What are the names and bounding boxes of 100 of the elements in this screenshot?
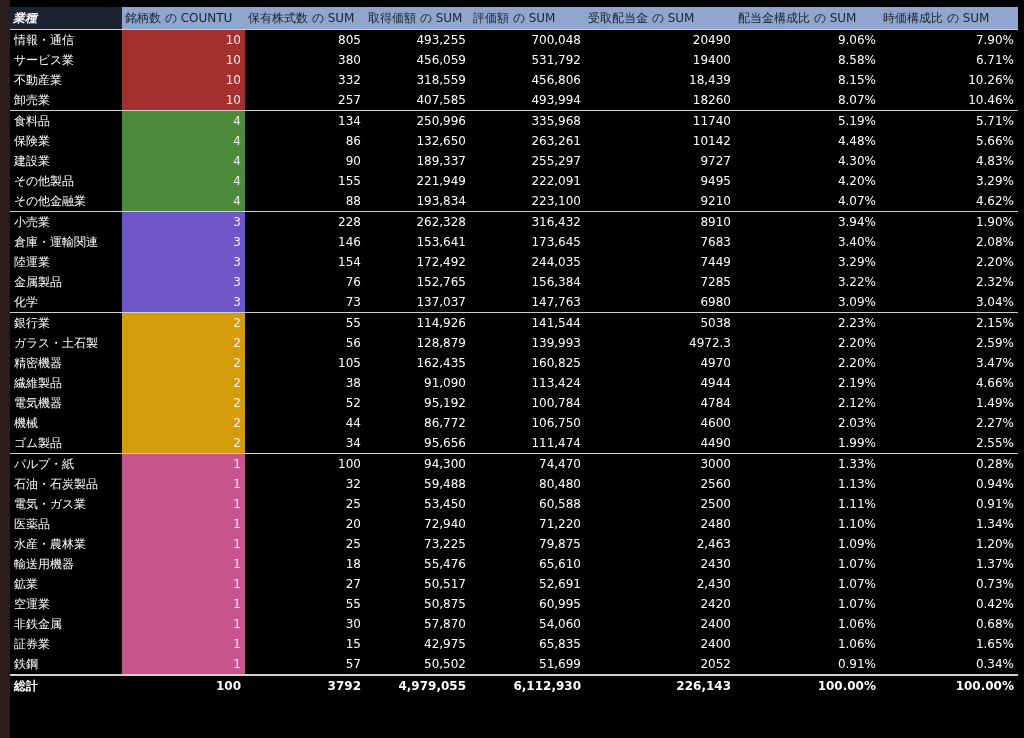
- table-cell-text: 189,337: [415, 152, 467, 170]
- row-label: 倉庫・運輸関連: [10, 231, 122, 252]
- table-cell: 5.19%: [735, 110, 880, 131]
- table-cell-text: 1.10%: [836, 515, 877, 533]
- table-cell-text: 153,641: [415, 233, 467, 251]
- table-cell-text: 255,297: [530, 152, 582, 170]
- table-cell-text: 65,610: [538, 555, 582, 573]
- row-label: 水産・農林業: [10, 533, 122, 554]
- table-cell: 74,470: [470, 453, 585, 474]
- table-cell-text: 52,691: [538, 575, 582, 593]
- table-cell: 30: [245, 613, 365, 634]
- table-cell-text: 2.27%: [974, 414, 1015, 432]
- table-cell-text: 113,424: [530, 374, 582, 392]
- table-cell-text: 9495: [699, 172, 732, 190]
- table-cell: 134: [245, 110, 365, 131]
- table-cell-text: 160,825: [530, 354, 582, 372]
- row-label: 保険業: [10, 130, 122, 151]
- table-cell: 10.46%: [880, 89, 1018, 110]
- table-cell-text: 244,035: [530, 253, 582, 271]
- table-cell-text: 139,993: [530, 334, 582, 352]
- table-cell: 50,502: [365, 653, 470, 675]
- table-cell: 44: [245, 412, 365, 433]
- row-label: 電気機器: [10, 392, 122, 413]
- table-cell: 228: [245, 211, 365, 232]
- table-cell: 1.90%: [880, 211, 1018, 232]
- table-cell-text: 42,975: [423, 635, 467, 653]
- table-cell: 52: [245, 392, 365, 413]
- table-cell-text: 531,792: [530, 51, 582, 69]
- table-cell-text: 221,949: [415, 172, 467, 190]
- table-cell: 4: [122, 110, 245, 131]
- table-cell-text: 1.09%: [836, 535, 877, 553]
- table-cell: 1: [122, 573, 245, 594]
- table-cell-text: 79,875: [538, 535, 582, 553]
- total-cell: 100.00%: [735, 674, 880, 697]
- table-cell-text: 128,879: [415, 334, 467, 352]
- table-cell-text: 1.49%: [974, 394, 1015, 412]
- table-cell: 1: [122, 553, 245, 574]
- row-label: 不動産業: [10, 69, 122, 90]
- table-cell-text: 95,192: [423, 394, 467, 412]
- table-cell: 155: [245, 170, 365, 191]
- table-cell-text: 8.15%: [836, 71, 877, 89]
- table-cell-text: 2,430: [695, 575, 732, 593]
- table-cell-text: 7683: [699, 233, 732, 251]
- table-cell-text: 0.94%: [974, 475, 1015, 493]
- table-cell: 9.06%: [735, 29, 880, 50]
- table-cell-text: 132,650: [415, 132, 467, 150]
- table-cell-text: 9727: [699, 152, 732, 170]
- table-cell: 146: [245, 231, 365, 252]
- table-cell-text: 55,476: [423, 555, 467, 573]
- table-cell-text: 65,835: [538, 635, 582, 653]
- table-cell: 2: [122, 312, 245, 333]
- table-cell-text: 1.06%: [836, 615, 877, 633]
- table-cell: 3000: [585, 453, 735, 474]
- column-header: 保有株式数 の SUM: [245, 7, 365, 29]
- table-cell: 10: [122, 69, 245, 90]
- table-cell: 2: [122, 432, 245, 453]
- table-cell: 10: [122, 89, 245, 110]
- table-cell-text: 3.29%: [974, 172, 1015, 190]
- table-cell: 0.91%: [735, 653, 880, 675]
- table-cell-text: 2.32%: [974, 273, 1015, 291]
- table-cell-text: 0.42%: [974, 595, 1015, 613]
- table-cell-text: 50,517: [423, 575, 467, 593]
- row-label: その他製品: [10, 170, 122, 191]
- table-cell-text: 263,261: [530, 132, 582, 150]
- table-cell: 2: [122, 372, 245, 393]
- table-cell-text: 1.13%: [836, 475, 877, 493]
- table-cell: 3.94%: [735, 211, 880, 232]
- table-cell-text: 8.58%: [836, 51, 877, 69]
- total-cell: 3792: [245, 674, 365, 697]
- table-cell: 20490: [585, 29, 735, 50]
- table-cell: 76: [245, 271, 365, 292]
- table-cell: 3: [122, 251, 245, 272]
- table-cell: 114,926: [365, 312, 470, 333]
- table-cell: 316,432: [470, 211, 585, 232]
- table-cell-text: 2400: [699, 615, 732, 633]
- table-cell-text: 60,588: [538, 495, 582, 513]
- table-cell: 407,585: [365, 89, 470, 110]
- table-cell: 57: [245, 653, 365, 675]
- table-cell: 55: [245, 593, 365, 614]
- table-cell-text: 1.11%: [836, 495, 877, 513]
- row-label-header: 業種: [10, 7, 122, 29]
- table-cell: 7.90%: [880, 29, 1018, 50]
- row-label: 鉱業: [10, 573, 122, 594]
- table-cell-text: 54,060: [538, 615, 582, 633]
- row-label: 輸送用機器: [10, 553, 122, 574]
- row-label: 陸運業: [10, 251, 122, 272]
- table-cell: 32: [245, 473, 365, 494]
- table-cell: 25: [245, 493, 365, 514]
- table-cell-text: 7449: [699, 253, 732, 271]
- table-cell: 3.04%: [880, 291, 1018, 312]
- table-cell: 20: [245, 513, 365, 534]
- table-cell-text: 86,772: [423, 414, 467, 432]
- table-cell: 51,699: [470, 653, 585, 675]
- row-label: 鉄鋼: [10, 653, 122, 675]
- table-cell: 4: [122, 130, 245, 151]
- table-cell: 4.07%: [735, 190, 880, 211]
- column-header: 時価構成比 の SUM: [880, 7, 1018, 29]
- total-cell: 4,979,055: [365, 674, 470, 697]
- column-header: 取得価額 の SUM: [365, 7, 470, 29]
- table-cell: 18: [245, 553, 365, 574]
